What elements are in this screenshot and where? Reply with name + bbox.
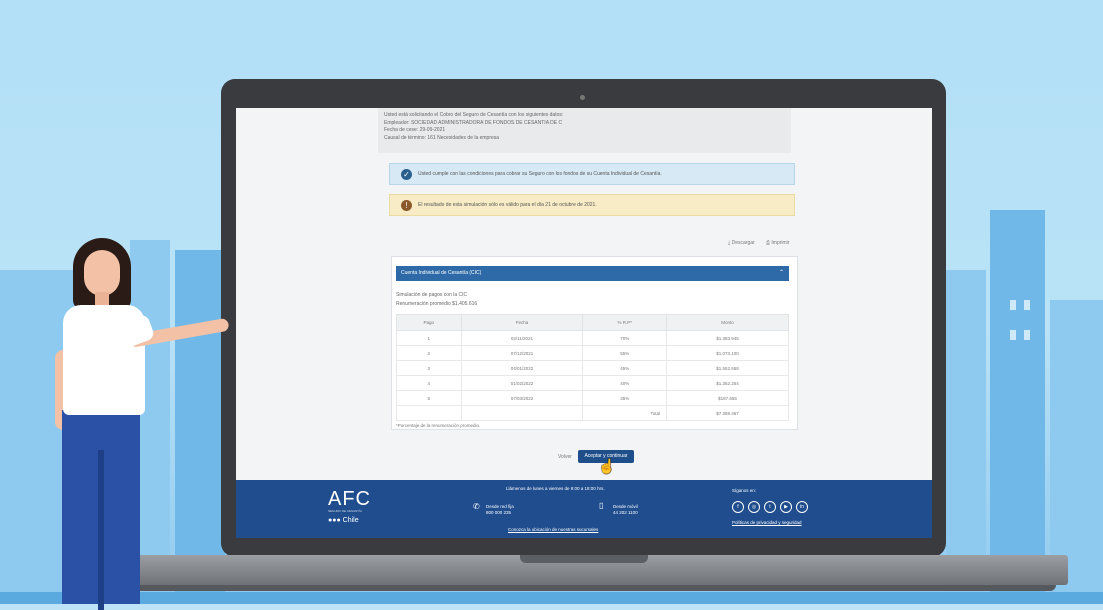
monto-cell: $1.073.100 xyxy=(666,345,789,361)
phone-icon: ✆ xyxy=(473,502,480,511)
percent-cell: 55% xyxy=(582,345,668,361)
table-row: 2 07/12/2021 55% $1.073.100 xyxy=(396,345,789,361)
total-label: Total xyxy=(582,405,668,421)
country-label: Chile xyxy=(342,517,359,524)
percent-cell: 35% xyxy=(582,390,668,406)
print-label: Imprimir xyxy=(771,240,790,246)
pants-seam xyxy=(98,450,104,610)
column-header: Monto xyxy=(666,314,789,331)
column-header: Pago xyxy=(396,314,462,331)
table-row: 4 01/02/2022 40% $1.362.254 xyxy=(396,375,789,391)
building xyxy=(990,210,1045,600)
monto-cell: $1.552.558 xyxy=(666,360,789,376)
eligibility-alert: ✓ Usted cumple con las condiciones para … xyxy=(389,163,795,185)
summary-line: Usted está solicitando el Cobro del Segu… xyxy=(384,112,564,118)
download-icon: ⤓ xyxy=(728,240,731,246)
column-header: Fecha xyxy=(460,314,584,331)
panel-title: Cuenta Individual de Cesantía (CIC) xyxy=(401,270,482,276)
landline-number[interactable]: 800 000 235 xyxy=(486,510,511,515)
empty-cell xyxy=(396,405,462,421)
monto-cell: $1.362.254 xyxy=(666,375,789,391)
total-value: $7.359.367 xyxy=(666,405,789,421)
laptop-notch xyxy=(520,555,648,563)
percent-cell: 40% xyxy=(582,375,668,391)
summary-line: Empleador: SOCIEDAD ADMINISTRADORA DE FO… xyxy=(384,119,563,126)
hand-cursor-icon: ☝ xyxy=(598,458,616,474)
mobile-label: Desde móvil xyxy=(613,504,638,509)
print-icon: ⎙ xyxy=(766,240,771,246)
branches-link[interactable]: Conozca la ubicación de nuestras sucursa… xyxy=(508,527,598,532)
building xyxy=(175,250,225,600)
summary-line: Causal de término: 161 Necesidades de la… xyxy=(384,134,500,141)
youtube-icon[interactable]: ▶ xyxy=(780,501,792,513)
presenter-pants xyxy=(62,410,140,610)
request-summary: Usted está solicitando el Cobro del Segu… xyxy=(378,108,791,153)
table-row: 3 04/01/2022 45% $1.552.558 xyxy=(396,360,789,376)
warning-icon: ! xyxy=(401,200,412,211)
validity-alert: ! El resultado de esta simulación sólo e… xyxy=(389,194,795,216)
browser-screen: Usted está solicitando el Cobro del Segu… xyxy=(236,108,932,538)
instagram-icon[interactable]: ◎ xyxy=(748,501,760,513)
cic-panel-header[interactable]: Cuenta Individual de Cesantía (CIC) ⌃ xyxy=(396,266,789,281)
building xyxy=(946,270,986,600)
twitter-icon[interactable]: t xyxy=(764,501,776,513)
percent-cell: 45% xyxy=(582,360,668,376)
laptop-base-edge xyxy=(112,585,1056,591)
pago-cell: 2 xyxy=(396,345,462,361)
hours-text: Llámenos de lunes a viernes de 9:00 a 18… xyxy=(506,486,605,491)
mobile-number[interactable]: 44 202 1100 xyxy=(613,510,638,515)
remuneration-label: Renumeración promedio $1.405.616 xyxy=(396,301,478,307)
table-row: 5 07/03/2022 35% $187.655 xyxy=(396,390,789,406)
download-label: Descargar xyxy=(731,240,755,246)
presenter-face xyxy=(84,250,120,296)
summary-line: Fecha de cese: 29-09-2021 xyxy=(384,127,446,133)
camera-icon xyxy=(580,95,585,100)
building-window xyxy=(1024,330,1030,340)
print-link[interactable]: ⎙ Imprimir xyxy=(766,240,789,246)
fecha-cell: 02/11/2021 xyxy=(460,330,584,346)
afc-logo-subtitle: SEGURO DE CESANTÍA xyxy=(328,509,362,513)
chevron-up-icon[interactable]: ⌃ xyxy=(779,266,784,281)
download-link[interactable]: ⤓ Descargar xyxy=(728,240,755,246)
fecha-cell: 04/01/2022 xyxy=(460,360,584,376)
mobile-icon: ▯ xyxy=(599,501,604,510)
payments-table: Pago Fecha % R.P* Monto 1 02/11/2021 70%… xyxy=(396,314,789,421)
building-window xyxy=(1010,330,1016,340)
building-window xyxy=(1024,300,1030,310)
monto-cell: $1.383.945 xyxy=(666,330,789,346)
percent-cell: 70% xyxy=(582,330,668,346)
monto-cell: $187.655 xyxy=(666,390,789,406)
alert-text: Usted cumple con las condiciones para co… xyxy=(418,171,662,177)
check-icon: ✓ xyxy=(401,169,412,180)
table-row: 1 02/11/2021 70% $1.383.945 xyxy=(396,330,789,346)
simulation-label: Simulación de pagos con la CIC xyxy=(396,292,468,298)
alert-text: El resultado de esta simulación sólo es … xyxy=(418,202,597,208)
landline-label: Desde red fija xyxy=(486,504,514,509)
linkedin-icon[interactable]: in xyxy=(796,501,808,513)
column-header: % R.P* xyxy=(582,314,668,331)
table-header-row: Pago Fecha % R.P* Monto xyxy=(396,314,789,331)
total-row: Total $7.359.367 xyxy=(396,405,789,421)
site-footer: AFC SEGURO DE CESANTÍA ●●● Chile Llámeno… xyxy=(236,480,932,538)
empty-cell xyxy=(460,405,584,421)
afc-logo-country: ●●● Chile xyxy=(328,517,359,524)
back-button[interactable]: Volver xyxy=(558,454,572,460)
privacy-link[interactable]: Políticas de privacidad y seguridad xyxy=(732,520,802,525)
pago-cell: 4 xyxy=(396,375,462,391)
dots-icon: ●●● xyxy=(328,517,341,524)
afc-logo[interactable]: AFC xyxy=(328,488,371,511)
facebook-icon[interactable]: f xyxy=(732,501,744,513)
ground xyxy=(0,592,1103,604)
pago-cell: 1 xyxy=(396,330,462,346)
fecha-cell: 01/02/2022 xyxy=(460,375,584,391)
fecha-cell: 07/12/2021 xyxy=(460,345,584,361)
laptop-base xyxy=(100,555,1068,585)
percentage-footnote: *Porcentaje de la renumeración promedio. xyxy=(396,423,481,428)
pago-cell: 5 xyxy=(396,390,462,406)
fecha-cell: 07/03/2022 xyxy=(460,390,584,406)
building-window xyxy=(1010,300,1016,310)
pago-cell: 3 xyxy=(396,360,462,376)
follow-label: Síganos en: xyxy=(732,488,757,493)
